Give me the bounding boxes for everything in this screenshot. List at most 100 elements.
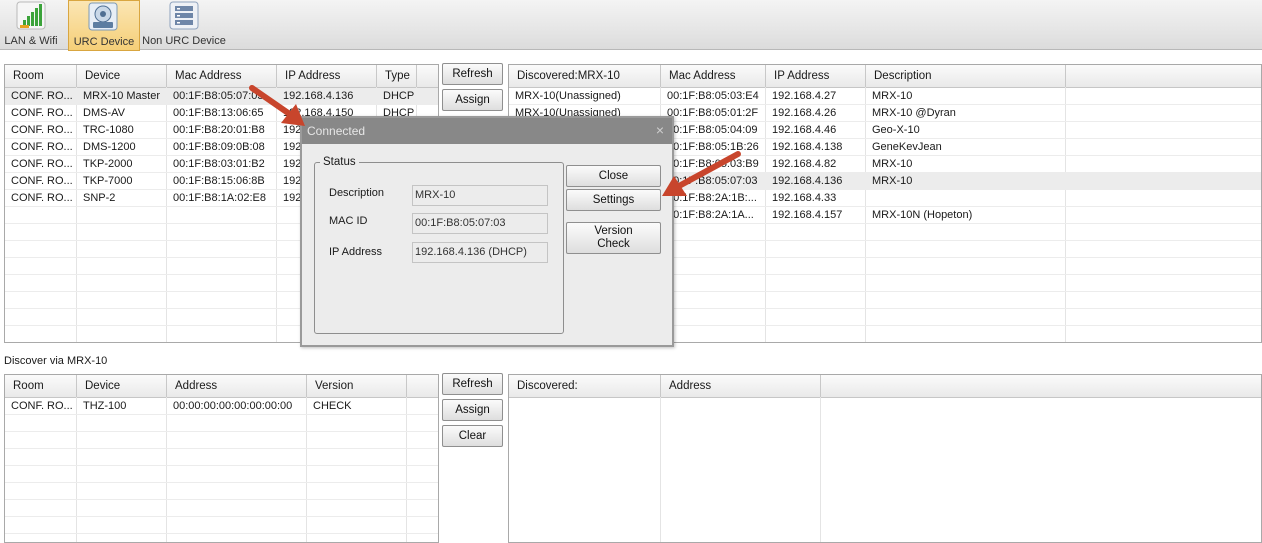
refresh-button[interactable]: Refresh (442, 63, 503, 85)
connected-dialog: Connected × Status Description MRX-10 MA… (300, 116, 674, 347)
col-discovered[interactable]: Discovered:MRX-10 (509, 65, 661, 87)
table-row[interactable]: CONF. RO... MRX-10 Master 00:1F:B8:05:07:0… (5, 88, 438, 105)
table-cell: 00:1F:B8:20:01:B8 (173, 124, 265, 136)
col-address[interactable]: Address (167, 375, 307, 397)
table-cell: CONF. RO... (11, 400, 73, 412)
table-cell: 00:1F:B8:05:07:03 (667, 175, 758, 187)
table-cell: CHECK (313, 400, 352, 412)
table-cell: MRX-10 (872, 158, 913, 170)
tab-lan-wifi-label: LAN & Wifi (4, 35, 58, 47)
close-icon[interactable]: × (656, 122, 664, 138)
table-cell: CONF. RO... (11, 141, 73, 153)
status-legend: Status (320, 156, 359, 168)
table-cell: 00:1F:B8:05:07:03 (173, 90, 264, 102)
col-device[interactable]: Device (77, 375, 167, 397)
col-mac-address[interactable]: Mac Address (661, 65, 766, 87)
ip-address-field: 192.168.4.136 (DHCP) (412, 242, 548, 263)
table-cell: Geo-X-10 (872, 124, 920, 136)
mrx-discovered-table: Discovered: Address (508, 374, 1262, 543)
table-cell: 192.168.4.138 (772, 141, 843, 153)
table-cell: 00:1F:B8:05:1B:26 (667, 141, 759, 153)
table-row[interactable]: CONF. RO... THZ-100 00:00:00:00:00:00:00:0… (5, 398, 438, 415)
signal-bars-icon (16, 1, 46, 30)
settings-button[interactable]: Settings (566, 189, 661, 211)
col-room[interactable]: Room (5, 65, 77, 87)
router-device-icon (88, 2, 118, 31)
table-cell: TRC-1080 (83, 124, 134, 136)
table-cell: CONF. RO... (11, 90, 73, 102)
table-cell: DMS-1200 (83, 141, 136, 153)
mac-id-label: MAC ID (329, 215, 368, 227)
table-cell: GeneKevJean (872, 141, 942, 153)
table-cell: 00:1F:B8:2A:1A... (667, 209, 754, 221)
tab-urc-device-label: URC Device (73, 36, 135, 48)
description-label: Description (329, 187, 385, 199)
version-check-button[interactable]: Version Check (566, 222, 661, 254)
col-version[interactable]: Version (307, 375, 407, 397)
table-cell: 192.168.4.136 (772, 175, 843, 187)
col-room[interactable]: Room (5, 375, 77, 397)
table-cell: 192.168.4.27 (772, 90, 837, 102)
table-cell: CONF. RO... (11, 175, 73, 187)
tab-non-urc-device-label: Non URC Device (142, 35, 226, 47)
table-cell: 00:1F:B8:2A:1B:... (667, 192, 757, 204)
table-cell: 00:1F:B8:03:01:B2 (173, 158, 265, 170)
assign-button[interactable]: Assign (442, 89, 503, 111)
table-cell: CONF. RO... (11, 124, 73, 136)
table-cell: MRX-10(Unassigned) (515, 90, 621, 102)
table-cell: 00:1F:B8:05:03:B9 (667, 158, 759, 170)
table-cell: 192.168.4.46 (772, 124, 837, 136)
col-ip-address[interactable]: IP Address (277, 65, 377, 87)
table-cell: 192.168.4.136 (283, 90, 354, 102)
tab-non-urc-device[interactable]: Non URC Device (140, 0, 228, 49)
dialog-title: Connected (307, 124, 366, 138)
table-cell: MRX-10N (Hopeton) (872, 209, 973, 221)
table-cell: THZ-100 (83, 400, 127, 412)
dialog-title-bar[interactable]: Connected × (302, 118, 672, 144)
table-cell: SNP-2 (83, 192, 116, 204)
tab-urc-device[interactable]: URC Device (68, 0, 140, 51)
section-label: Discover via MRX-10 (4, 355, 108, 367)
table-header: Room Device Mac Address IP Address Type (5, 65, 438, 88)
table-cell: TKP-2000 (83, 158, 133, 170)
table-cell: DMS-AV (83, 107, 125, 119)
table-cell: CONF. RO... (11, 107, 73, 119)
version-check-label-line2: Check (597, 238, 630, 250)
col-address[interactable]: Address (661, 375, 821, 397)
table-cell: 192.168.4.82 (772, 158, 837, 170)
col-mac-address[interactable]: Mac Address (167, 65, 277, 87)
table-header: Discovered:MRX-10 Mac Address IP Address… (509, 65, 1261, 88)
table-cell: 00:1F:B8:05:01:2F (667, 107, 759, 119)
table-cell: MRX-10 Master (83, 90, 161, 102)
refresh-button-bottom[interactable]: Refresh (442, 373, 503, 395)
table-header: Room Device Address Version (5, 375, 438, 398)
mac-id-field: 00:1F:B8:05:07:03 (412, 213, 548, 234)
table-cell: TKP-7000 (83, 175, 133, 187)
table-cell: 00:1F:B8:05:04:09 (667, 124, 758, 136)
ip-address-label: IP Address (329, 246, 382, 258)
col-device[interactable]: Device (77, 65, 167, 87)
table-row[interactable]: MRX-10(Unassigned) 00:1F:B8:05:03:E4 192.1… (509, 88, 1261, 105)
clear-button[interactable]: Clear (442, 425, 503, 447)
table-cell: 00:1F:B8:1A:02:E8 (173, 192, 266, 204)
table-cell: CONF. RO... (11, 158, 73, 170)
table-cell: MRX-10 @Dyran (872, 107, 956, 119)
table-cell: 00:1F:B8:15:06:8B (173, 175, 265, 187)
col-description[interactable]: Description (866, 65, 1066, 87)
table-header: Discovered: Address (509, 375, 1261, 398)
table-cell: 192.168.4.33 (772, 192, 837, 204)
server-rack-icon (169, 1, 199, 30)
table-cell (866, 190, 1065, 207)
assign-button-bottom[interactable]: Assign (442, 399, 503, 421)
col-type[interactable]: Type (377, 65, 417, 87)
col-ip-address[interactable]: IP Address (766, 65, 866, 87)
tab-lan-wifi[interactable]: LAN & Wifi (0, 0, 62, 49)
table-cell: 00:00:00:00:00:00:00:00 (173, 400, 293, 412)
table-cell: 00:1F:B8:13:06:65 (173, 107, 264, 119)
col-discovered[interactable]: Discovered: (509, 375, 661, 397)
dialog-close-button[interactable]: Close (566, 165, 661, 187)
toolbar: LAN & Wifi URC Device Non URC Device (0, 0, 1262, 51)
mrx-devices-table: Room Device Address Version CONF. RO... T… (4, 374, 439, 543)
table-cell: 192.168.4.157 (772, 209, 843, 221)
table-cell: 192.168.4.26 (772, 107, 837, 119)
